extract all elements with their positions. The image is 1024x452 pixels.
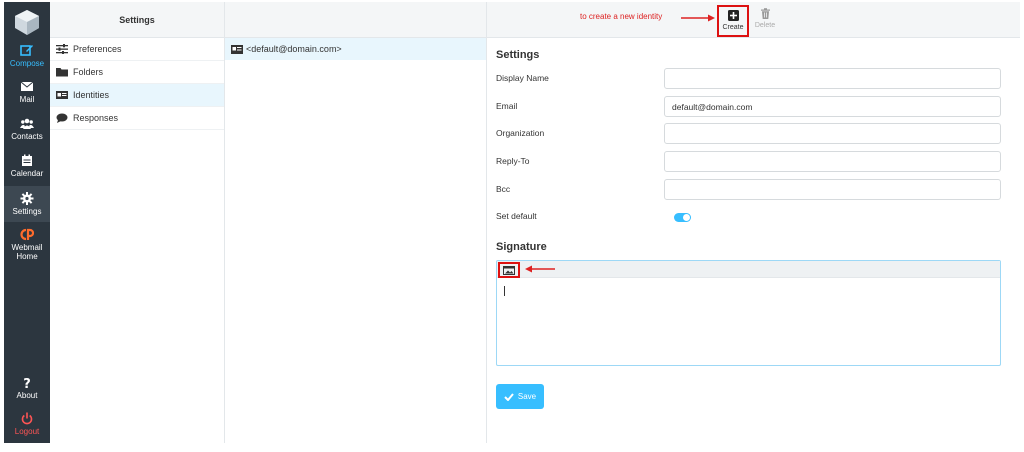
sliders-icon — [56, 44, 68, 54]
bcc-label: Bcc — [496, 184, 511, 194]
signature-toolbar — [497, 261, 1000, 278]
organization-row: Organization — [496, 123, 1001, 145]
display-name-label: Display Name — [496, 73, 549, 83]
gear-icon — [20, 192, 34, 205]
main-nav-rail: Compose Mail Contacts Calendar Settings … — [4, 2, 50, 443]
image-icon — [503, 266, 515, 275]
nav-mail[interactable]: Mail — [4, 80, 50, 108]
power-icon — [21, 412, 33, 425]
create-label: Create — [722, 24, 744, 31]
settings-item-label: Folders — [73, 66, 104, 77]
nav-calendar[interactable]: Calendar — [4, 154, 50, 182]
identities-list-panel: <default@domain.com> — [225, 2, 487, 443]
organization-input[interactable] — [664, 123, 1001, 144]
signature-editor — [496, 260, 1001, 366]
id-card-icon — [56, 91, 68, 99]
folder-icon — [56, 68, 68, 77]
settings-item-label: Responses — [73, 112, 119, 123]
svg-text:?: ? — [23, 377, 31, 389]
set-default-label: Set default — [496, 211, 537, 221]
email-label: Email — [496, 101, 518, 111]
compose-icon — [20, 45, 33, 56]
settings-item-label: Identities — [73, 89, 110, 100]
nav-label: Calendar — [10, 169, 44, 178]
settings-item-responses[interactable]: Responses — [50, 107, 224, 130]
nav-contacts[interactable]: Contacts — [4, 117, 50, 145]
nav-label: Logout — [14, 427, 40, 436]
identity-edit-panel: to create a new identity Create Delete S… — [487, 2, 1020, 443]
signature-textarea[interactable] — [504, 286, 984, 346]
app-window: Compose Mail Contacts Calendar Settings … — [0, 0, 1024, 452]
delete-label: Delete — [754, 22, 776, 29]
signature-title: Signature — [496, 241, 547, 253]
check-icon — [504, 392, 514, 401]
cpanel-icon — [20, 228, 34, 241]
text-cursor — [504, 286, 505, 296]
nav-label: Webmail Home — [11, 243, 43, 261]
nav-compose[interactable]: Compose — [4, 44, 50, 72]
identity-row-label: <default@domain.com> — [246, 44, 342, 54]
app-logo-icon — [15, 10, 39, 35]
settings-panel-title: Settings — [50, 2, 224, 38]
nav-label: Mail — [19, 95, 35, 104]
annotation-arrow-icon — [525, 265, 555, 273]
reply-to-label: Reply-To — [496, 156, 530, 166]
calendar-icon — [22, 154, 32, 166]
save-label: Save — [517, 392, 537, 401]
settings-item-folders[interactable]: Folders — [50, 61, 224, 84]
identity-row[interactable]: <default@domain.com> — [225, 38, 486, 60]
nav-about[interactable]: ? About — [4, 376, 50, 404]
email-input[interactable] — [664, 96, 1001, 117]
toggle-knob — [683, 214, 690, 221]
bcc-input[interactable] — [664, 179, 1001, 200]
settings-panel: Settings Preferences Folders Identities … — [50, 2, 225, 443]
nav-settings[interactable]: Settings — [4, 186, 50, 222]
annotation-text: to create a new identity — [580, 12, 663, 21]
nav-label: Compose — [9, 59, 45, 68]
reply-to-input[interactable] — [664, 151, 1001, 172]
identities-list-header — [225, 2, 486, 38]
form-section-title: Settings — [496, 49, 540, 61]
reply-to-row: Reply-To — [496, 151, 1001, 173]
set-default-toggle[interactable] — [674, 213, 691, 222]
trash-icon — [760, 8, 770, 19]
question-icon: ? — [23, 377, 31, 389]
comment-icon — [56, 113, 68, 123]
settings-item-preferences[interactable]: Preferences — [50, 38, 224, 61]
nav-label: Contacts — [11, 132, 43, 141]
toolbar: to create a new identity Create Delete — [487, 2, 1020, 38]
settings-item-identities[interactable]: Identities — [50, 84, 224, 107]
nav-logout[interactable]: Logout — [4, 412, 50, 440]
email-row: Email — [496, 96, 1001, 118]
nav-label: Settings — [12, 207, 42, 216]
bcc-row: Bcc — [496, 179, 1001, 201]
users-icon — [20, 118, 34, 129]
id-card-icon — [231, 44, 243, 54]
settings-item-label: Preferences — [73, 43, 122, 54]
plus-square-icon — [727, 10, 739, 21]
set-default-row: Set default — [496, 206, 1001, 228]
delete-button[interactable]: Delete — [749, 5, 781, 37]
create-button[interactable]: Create — [717, 5, 749, 37]
organization-label: Organization — [496, 128, 545, 138]
save-button[interactable]: Save — [496, 384, 544, 409]
display-name-input[interactable] — [664, 68, 1001, 89]
nav-webmail-home[interactable]: Webmail Home — [4, 228, 50, 262]
html-mode-button[interactable] — [498, 262, 520, 278]
annotation-arrow-icon — [681, 14, 715, 22]
envelope-icon — [20, 81, 34, 91]
nav-label: About — [16, 391, 38, 400]
display-name-row: Display Name — [496, 68, 1001, 90]
